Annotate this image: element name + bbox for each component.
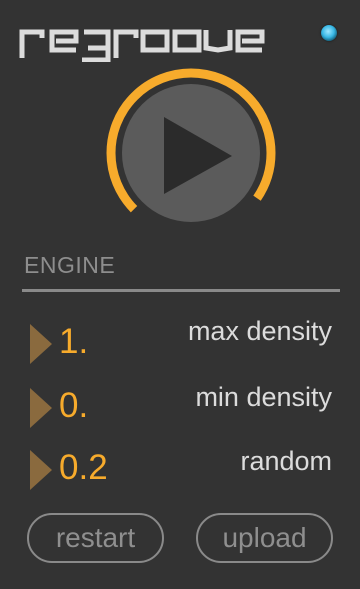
max-density-label: max density [187, 316, 332, 346]
max-density-value[interactable]: 1. [59, 322, 88, 362]
min-density-label: min density [195, 382, 332, 412]
upload-button[interactable]: upload [196, 513, 333, 563]
triangle-right-icon[interactable] [30, 324, 52, 364]
min-density-value[interactable]: 0. [59, 386, 88, 426]
param-row-max-density: 1. max density [0, 316, 360, 376]
param-row-min-density: 0. min density [0, 380, 360, 440]
play-button[interactable] [106, 68, 276, 238]
random-value[interactable]: 0.2 [59, 448, 108, 488]
param-row-random: 0.2 random [0, 444, 360, 504]
status-led-icon [321, 25, 337, 41]
random-label: random [240, 446, 332, 476]
triangle-right-icon[interactable] [30, 450, 52, 490]
section-divider [22, 289, 340, 292]
device-panel: ENGINE 1. max density 0. min density 0.2… [0, 0, 360, 589]
triangle-right-icon[interactable] [30, 388, 52, 428]
section-label-engine: ENGINE [24, 252, 116, 278]
regroove-logo [19, 29, 265, 62]
restart-button[interactable]: restart [27, 513, 164, 563]
